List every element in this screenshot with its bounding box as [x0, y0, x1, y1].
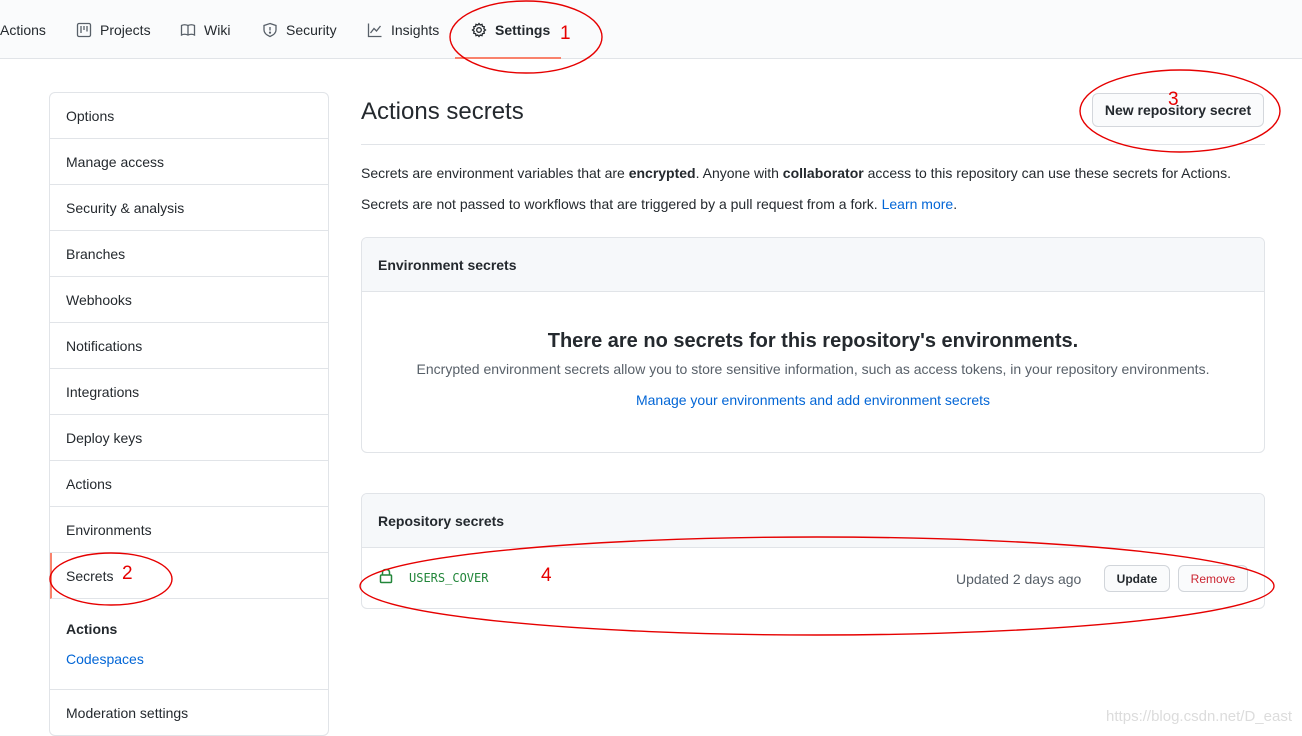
- active-tab-underline: [455, 57, 561, 59]
- annotation-number-4: 4: [541, 565, 552, 586]
- repo-nav: Actions Projects Wiki Security Insights …: [0, 0, 1302, 59]
- update-secret-button[interactable]: Update: [1104, 565, 1170, 592]
- intro-bold-collaborator: collaborator: [782, 165, 864, 181]
- intro-line-1: Secrets are environment variables that a…: [361, 165, 1231, 181]
- lock-icon: [379, 568, 393, 584]
- learn-more-link[interactable]: Learn more: [882, 196, 954, 212]
- project-icon: [76, 22, 92, 37]
- annotation-number-1: 1: [560, 23, 571, 44]
- intro-bold-encrypted: encrypted: [628, 165, 696, 181]
- tab-label: Insights: [391, 21, 440, 38]
- book-icon: [180, 23, 196, 36]
- manage-environments-link[interactable]: Manage your environments and add environ…: [362, 392, 1264, 408]
- sidebar-item-manage-access[interactable]: Manage access: [50, 139, 328, 185]
- watermark: https://blog.csdn.net/D_east: [1106, 708, 1292, 725]
- environment-secrets-box: Environment secrets There are no secrets…: [361, 237, 1265, 453]
- empty-state-description: Encrypted environment secrets allow you …: [416, 361, 1210, 377]
- tab-wiki[interactable]: Wiki: [180, 0, 230, 59]
- tab-label: Wiki: [204, 21, 231, 38]
- sidebar-group-heading: Actions: [66, 621, 118, 637]
- tab-settings[interactable]: Settings: [471, 0, 550, 59]
- empty-state-title: There are no secrets for this repository…: [547, 330, 1079, 352]
- intro-text: Secrets are not passed to workflows that…: [361, 196, 882, 212]
- annotation-number-2: 2: [122, 563, 133, 584]
- sidebar-item-actions[interactable]: Actions: [50, 461, 328, 507]
- table-row: USERS_COVER Updated 2 days ago Update Re…: [362, 548, 1264, 608]
- sidebar-item-codespaces[interactable]: Codespaces: [66, 651, 144, 667]
- annotation-number-3: 3: [1168, 89, 1179, 110]
- intro-text: access to this repository can use these …: [863, 165, 1231, 181]
- tab-insights[interactable]: Insights: [367, 0, 439, 59]
- tab-label: Actions: [0, 21, 46, 38]
- sidebar-item-webhooks[interactable]: Webhooks: [50, 277, 328, 323]
- graph-icon: [367, 23, 382, 37]
- repository-secrets-box: Repository secrets USERS_COVER Updated 2…: [361, 493, 1265, 609]
- remove-secret-button[interactable]: Remove: [1178, 565, 1248, 592]
- intro-line-2: Secrets are not passed to workflows that…: [361, 196, 957, 212]
- sidebar-item-branches[interactable]: Branches: [50, 231, 328, 277]
- tab-projects[interactable]: Projects: [76, 0, 151, 59]
- tab-label: Settings: [495, 21, 551, 38]
- sidebar-item-security-analysis[interactable]: Security & analysis: [50, 185, 328, 231]
- settings-sidebar: Options Manage access Security & analysi…: [49, 92, 329, 736]
- tab-security[interactable]: Security: [262, 0, 337, 59]
- sidebar-item-deploy-keys[interactable]: Deploy keys: [50, 415, 328, 461]
- sidebar-item-integrations[interactable]: Integrations: [50, 369, 328, 415]
- sidebar-item-options[interactable]: Options: [50, 93, 328, 139]
- title-divider: [361, 144, 1265, 145]
- tab-actions[interactable]: Actions: [0, 0, 46, 59]
- environment-secrets-header: Environment secrets: [362, 238, 1264, 292]
- sidebar-item-moderation-settings[interactable]: Moderation settings: [50, 690, 328, 735]
- intro-text: .: [953, 196, 958, 212]
- sidebar-item-notifications[interactable]: Notifications: [50, 323, 328, 369]
- sidebar-item-environments[interactable]: Environments: [50, 507, 328, 553]
- secret-updated-time: Updated 2 days ago: [956, 571, 1082, 587]
- tab-label: Projects: [100, 21, 151, 38]
- intro-text: Secrets are environment variables that a…: [361, 165, 629, 181]
- secret-name: USERS_COVER: [409, 571, 489, 585]
- sidebar-item-secrets[interactable]: Secrets: [50, 553, 328, 599]
- page-title: Actions secrets: [361, 98, 524, 125]
- gear-icon: [471, 21, 487, 38]
- repository-secrets-header: Repository secrets: [362, 494, 1264, 548]
- tab-label: Security: [286, 21, 337, 38]
- intro-text: . Anyone with: [695, 165, 783, 181]
- shield-icon: [263, 22, 277, 37]
